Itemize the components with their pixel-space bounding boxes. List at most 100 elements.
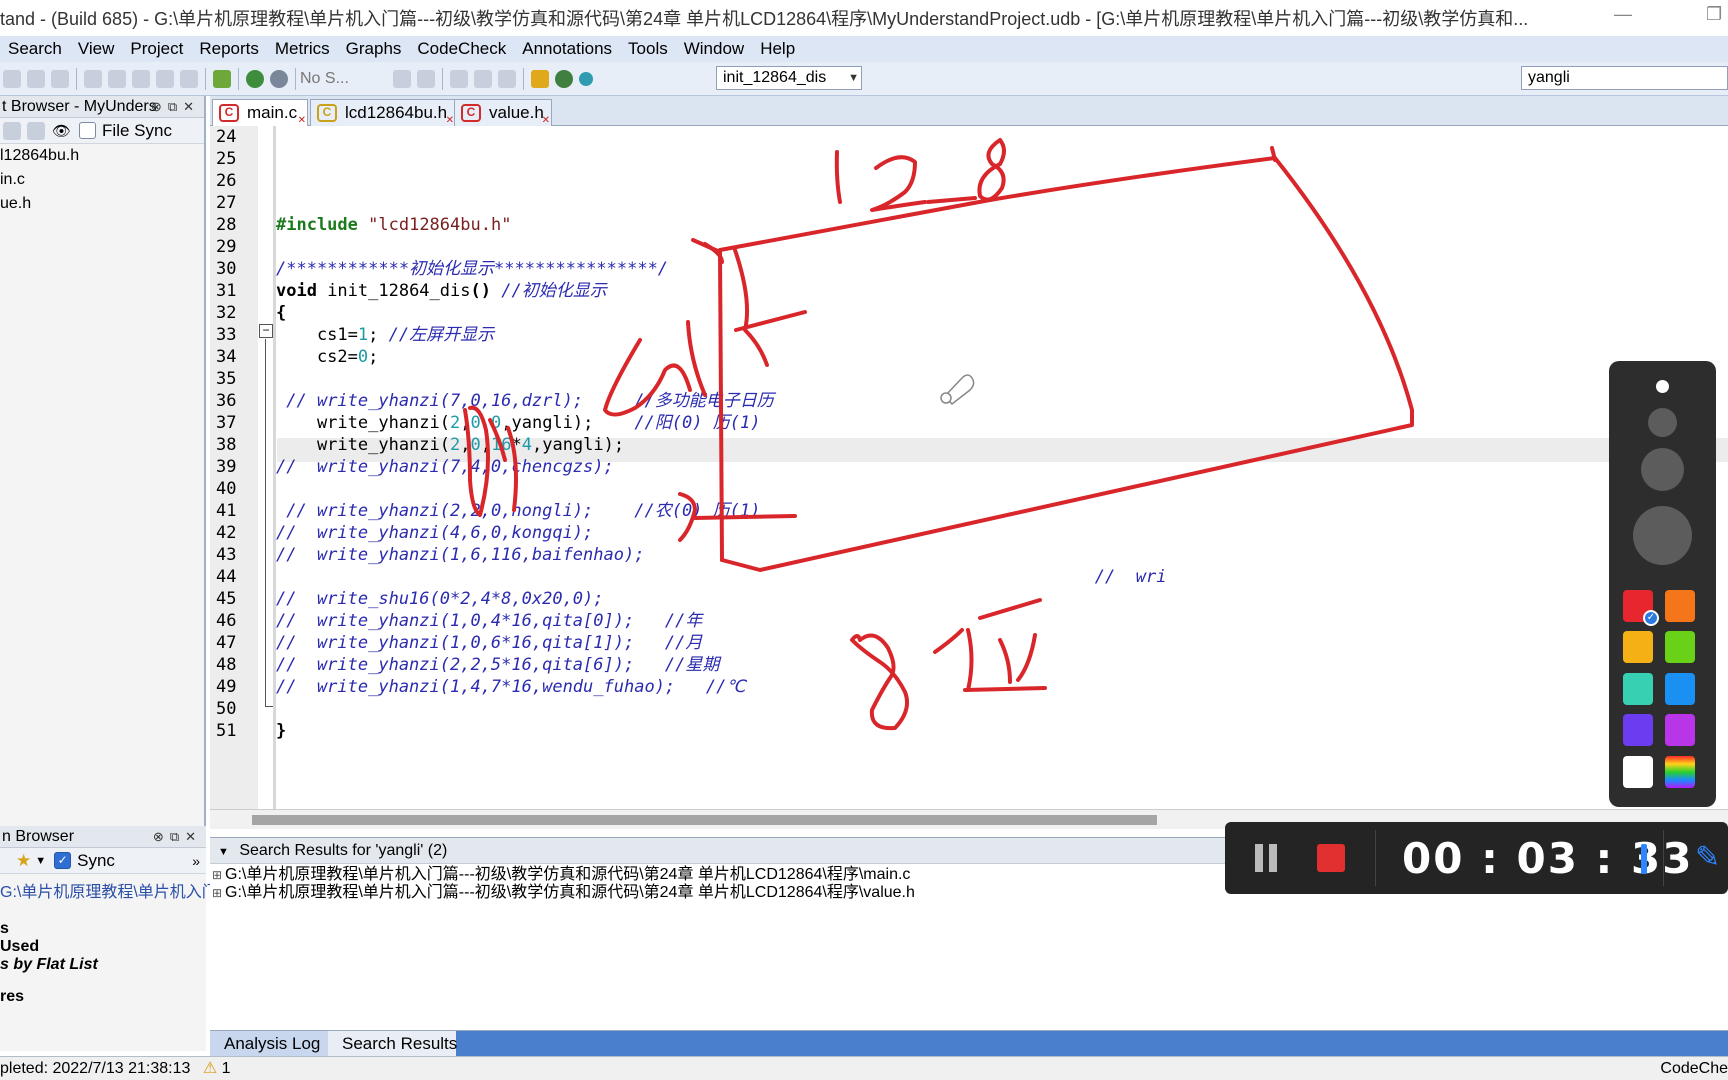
- tab-analysis-log[interactable]: Analysis Log: [210, 1031, 328, 1057]
- redo-icon[interactable]: [108, 69, 126, 88]
- menu-codecheck[interactable]: CodeCheck: [409, 39, 514, 59]
- menu-metrics[interactable]: Metrics: [267, 39, 338, 59]
- pane-controls[interactable]: ⊗⧉✕: [151, 96, 200, 117]
- paste-icon[interactable]: [180, 69, 198, 88]
- menu-reports[interactable]: Reports: [191, 39, 267, 59]
- chevron-down-icon[interactable]: ▼: [848, 67, 859, 89]
- list-item[interactable]: ue.h: [0, 192, 204, 216]
- menu-graphs[interactable]: Graphs: [338, 39, 410, 59]
- color-blue[interactable]: [1665, 673, 1695, 705]
- pen-size-l[interactable]: [1633, 506, 1692, 565]
- color-indigo[interactable]: [1623, 714, 1653, 746]
- list-item[interactable]: in.c: [0, 168, 204, 192]
- color-orange[interactable]: [1665, 590, 1695, 622]
- window-icon[interactable]: [498, 69, 516, 88]
- pen-tool-icon[interactable]: ✎: [1695, 840, 1720, 875]
- menu-tools[interactable]: Tools: [620, 39, 676, 59]
- code-line[interactable]: {: [276, 301, 286, 325]
- search-input[interactable]: yangli: [1521, 66, 1728, 90]
- graph-icon[interactable]: [393, 69, 411, 88]
- pane-controls[interactable]: ⊗⧉✕: [153, 826, 202, 847]
- minimize-icon[interactable]: —: [1614, 4, 1632, 25]
- split-icon[interactable]: [474, 69, 492, 88]
- tab-main-c[interactable]: C main.c ✕: [212, 99, 308, 126]
- project-icon[interactable]: [213, 69, 231, 88]
- code-line[interactable]: // write_yhanzi(1,4,7*16,wendu_fuhao); /…: [276, 675, 745, 699]
- menu-project[interactable]: Project: [122, 39, 191, 59]
- close-icon[interactable]: ✕: [298, 116, 306, 126]
- star-icon[interactable]: [531, 69, 549, 88]
- menu-annotations[interactable]: Annotations: [514, 39, 620, 59]
- binoculars-icon[interactable]: 👁: [52, 122, 71, 140]
- tab-search-results[interactable]: Search Results: [328, 1031, 457, 1057]
- list-item[interactable]: s by Flat List: [0, 956, 206, 974]
- code-line[interactable]: // write_yhanzi(7,0,16,dzrl); //多功能电子日历: [276, 389, 773, 413]
- edit-icon[interactable]: [3, 69, 21, 88]
- cut-icon[interactable]: [132, 69, 150, 88]
- edit-icon[interactable]: [3, 121, 21, 140]
- fold-collapse-icon[interactable]: −: [259, 324, 273, 338]
- code-line[interactable]: // write_yhanzi(1,0,6*16,qita[1]); //月: [276, 631, 702, 655]
- codecheck-status[interactable]: CodeChe: [1660, 1057, 1728, 1080]
- function-combo[interactable]: init_12864_dis ▼: [716, 66, 862, 90]
- back-icon[interactable]: [246, 69, 264, 88]
- expand-icon[interactable]: ⊞: [212, 866, 225, 884]
- code-line[interactable]: cs1=1; //左屏开显示: [276, 323, 494, 347]
- code-line[interactable]: /************初始化显示****************/: [276, 257, 668, 281]
- menu-view[interactable]: View: [70, 39, 123, 59]
- code-line[interactable]: void init_12864_dis() //初始化显示: [276, 279, 607, 303]
- code-line[interactable]: // wri: [276, 565, 1167, 589]
- code-line[interactable]: // write_yhanzi(1,0,4*16,qita[0]); //年: [276, 609, 702, 633]
- menu-help[interactable]: Help: [752, 39, 803, 59]
- color-teal[interactable]: [1623, 673, 1653, 705]
- color-white[interactable]: [1623, 756, 1653, 788]
- color-green[interactable]: [1665, 631, 1695, 663]
- tab-lcd12864bu-h[interactable]: C lcd12864bu.h ✕: [310, 99, 456, 126]
- list-item[interactable]: s: [0, 920, 206, 938]
- save-icon[interactable]: [27, 69, 45, 88]
- check-icon[interactable]: [555, 69, 573, 88]
- code-line[interactable]: write_yhanzi(2,0,0,yangli); //阳(0) 历(1): [276, 411, 761, 435]
- no-search-dropdown[interactable]: No S...: [300, 70, 390, 88]
- code-line[interactable]: // write_yhanzi(2,2,0,nongli); //农(0) 历(…: [276, 499, 760, 523]
- pen-size-xs[interactable]: [1656, 380, 1669, 393]
- file-sync-checkbox[interactable]: [79, 122, 97, 139]
- code-line[interactable]: cs2=0;: [276, 345, 378, 369]
- find-icon[interactable]: [417, 69, 435, 88]
- pause-icon[interactable]: [1255, 844, 1263, 872]
- tab-value-h[interactable]: C value.h ✕: [454, 99, 552, 126]
- menu-search[interactable]: Search: [0, 39, 70, 59]
- chevron-down-icon[interactable]: ▼: [218, 846, 229, 858]
- code-line[interactable]: #include "lcd12864bu.h": [276, 213, 511, 237]
- code-editor[interactable]: − 24 25 26 27 28 #include "lcd12864bu.h" 29 30 /…: [210, 126, 1728, 809]
- code-line[interactable]: }: [276, 719, 286, 743]
- list-item[interactable]: Used: [0, 938, 206, 956]
- code-line[interactable]: // write_shu16(0*2,4*8,0x20,0);: [276, 587, 604, 611]
- stop-icon[interactable]: [1317, 844, 1345, 872]
- code-line[interactable]: write_yhanzi(2,0,16*4,yangli);: [276, 433, 624, 457]
- close-icon[interactable]: ✕: [542, 116, 550, 126]
- expand-icon[interactable]: ⊞: [212, 884, 225, 902]
- star-icon[interactable]: ★: [16, 851, 31, 871]
- code-line[interactable]: // write_yhanzi(1,6,116,baifenhao);: [276, 543, 644, 567]
- pen-size-m[interactable]: [1641, 448, 1684, 491]
- pen-width-icon[interactable]: [1641, 844, 1647, 874]
- copy-icon[interactable]: [156, 69, 174, 88]
- sync-checkbox[interactable]: ✓: [54, 852, 72, 869]
- layout-icon[interactable]: [450, 69, 468, 88]
- list-item[interactable]: res: [0, 988, 206, 1006]
- close-icon[interactable]: ✕: [446, 116, 454, 126]
- save-all-icon[interactable]: [51, 69, 69, 88]
- menu-window[interactable]: Window: [676, 39, 752, 59]
- code-line[interactable]: // write_yhanzi(4,6,0,kongqi);: [276, 521, 593, 545]
- code-line[interactable]: // write_yhanzi(2,2,5*16,qita[6]); //星期: [276, 653, 719, 677]
- list-item[interactable]: l12864bu.h: [0, 144, 204, 168]
- pen-size-s[interactable]: [1648, 408, 1677, 437]
- scrollbar-thumb[interactable]: [252, 815, 1157, 825]
- color-rainbow[interactable]: [1665, 756, 1695, 788]
- forward-icon[interactable]: [270, 69, 288, 88]
- chevron-down-icon[interactable]: ▼: [35, 855, 46, 867]
- color-amber[interactable]: [1623, 631, 1653, 663]
- code-line[interactable]: // write_yhanzi(7,4,0,chencgzs);: [276, 455, 614, 479]
- path-item[interactable]: G:\单片机原理教程\单片机入门: [0, 884, 218, 902]
